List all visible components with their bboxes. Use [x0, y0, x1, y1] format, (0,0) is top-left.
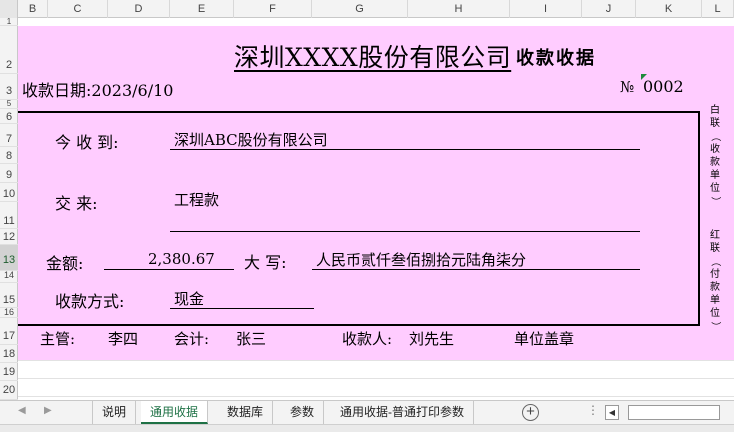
- tab-scroll-right-icon[interactable]: ▶: [44, 405, 52, 416]
- column-K[interactable]: K: [636, 0, 702, 18]
- date-cell[interactable]: 收款日期:2023/6/10: [22, 77, 173, 101]
- method-underline: [170, 308, 314, 309]
- amount-label: 金额:: [46, 254, 84, 273]
- side-label-white-copy: 白联（收款单位）: [709, 105, 721, 207]
- payee-value[interactable]: 刘先生: [409, 328, 454, 349]
- for-value[interactable]: 工程款: [174, 189, 219, 210]
- for-underline: [170, 231, 640, 232]
- received-from-label: 今 收 到:: [55, 133, 119, 152]
- row-9[interactable]: 9: [0, 164, 18, 183]
- row-1[interactable]: 1: [0, 18, 18, 26]
- column-E[interactable]: E: [170, 0, 234, 18]
- seal-label: 单位盖章: [514, 330, 575, 348]
- column-L[interactable]: L: [702, 0, 734, 18]
- row-7[interactable]: 7: [0, 124, 18, 147]
- received-from-value[interactable]: 深圳ABC股份有限公司: [174, 129, 328, 150]
- number-symbol: №: [620, 78, 635, 96]
- amount-value[interactable]: 2,380.67: [148, 250, 215, 268]
- select-all-corner[interactable]: [0, 0, 18, 18]
- empty-cells[interactable]: [18, 360, 734, 400]
- column-header: B C D E F G H I J K L: [0, 0, 734, 18]
- column-B[interactable]: B: [18, 0, 48, 18]
- row-2[interactable]: 2: [0, 26, 18, 74]
- column-J[interactable]: J: [582, 0, 636, 18]
- side-label-red-copy: 红联（付款单位）: [709, 230, 721, 332]
- date-label: 收款日期:: [22, 81, 92, 100]
- supervisor-value[interactable]: 李四: [108, 328, 138, 349]
- payee-label: 收款人:: [342, 330, 393, 348]
- amount-underline: [104, 269, 234, 270]
- row-17[interactable]: 17: [0, 318, 18, 345]
- row-16[interactable]: 16: [0, 308, 18, 318]
- caps-label: 大 写:: [244, 253, 287, 272]
- add-sheet-button[interactable]: +: [522, 404, 539, 421]
- row-8[interactable]: 8: [0, 147, 18, 164]
- row-12[interactable]: 12: [0, 229, 18, 245]
- tab-parameters[interactable]: 参数: [281, 401, 325, 424]
- row-6[interactable]: 6: [0, 109, 18, 124]
- supervisor-label: 主管:: [40, 330, 76, 348]
- caps-value[interactable]: 人民币贰仟叁佰捌拾元陆角柒分: [316, 249, 526, 270]
- hscroll-left-icon[interactable]: ◀: [605, 405, 619, 420]
- column-I[interactable]: I: [510, 0, 582, 18]
- receipt-subtitle[interactable]: 收款收据: [516, 44, 596, 70]
- column-D[interactable]: D: [108, 0, 170, 18]
- horizontal-scrollbar[interactable]: [628, 405, 720, 420]
- row-19[interactable]: 19: [0, 363, 18, 381]
- tab-instructions[interactable]: 说明: [92, 401, 137, 424]
- row-20[interactable]: 20: [0, 381, 18, 400]
- row-18[interactable]: 18: [0, 345, 18, 363]
- row-3[interactable]: 3: [0, 74, 18, 100]
- method-label: 收款方式:: [55, 292, 125, 311]
- for-label: 交 来:: [55, 194, 98, 213]
- row-5[interactable]: 5: [0, 100, 18, 109]
- row-header: 1 2 3 5 6 7 8 9 10 11 12 13 14 15 16 17 …: [0, 18, 18, 400]
- row-10[interactable]: 10: [0, 183, 18, 202]
- receipt-number[interactable]: 0002: [643, 77, 684, 96]
- receipt-title[interactable]: 深圳XXXX股份有限公司: [234, 38, 511, 74]
- row-14[interactable]: 14: [0, 271, 18, 283]
- column-F[interactable]: F: [234, 0, 312, 18]
- accountant-label: 会计:: [174, 330, 210, 348]
- sheet-tab-bar: ◀ ▶ 说明 通用收据 数据库 参数 通用收据-普通打印参数 + ⋮ ◀: [0, 400, 734, 424]
- tab-scroll-left-icon[interactable]: ◀: [18, 405, 26, 416]
- caps-underline: [312, 269, 640, 270]
- row-11[interactable]: 11: [0, 202, 18, 229]
- row-15[interactable]: 15: [0, 283, 18, 308]
- column-H[interactable]: H: [408, 0, 510, 18]
- received-from-underline: [170, 149, 640, 150]
- date-value: 2023/6/10: [91, 81, 174, 100]
- row-13[interactable]: 13: [0, 245, 18, 271]
- tab-database[interactable]: 数据库: [218, 401, 274, 424]
- status-bar: [0, 424, 734, 432]
- column-G[interactable]: G: [312, 0, 408, 18]
- tab-receipt-print-parameters[interactable]: 通用收据-普通打印参数: [331, 401, 474, 424]
- accountant-value[interactable]: 张三: [236, 328, 266, 349]
- tab-general-receipt[interactable]: 通用收据: [141, 401, 209, 424]
- method-value[interactable]: 现金: [174, 288, 204, 309]
- more-options-icon[interactable]: ⋮: [587, 403, 599, 417]
- column-C[interactable]: C: [48, 0, 108, 18]
